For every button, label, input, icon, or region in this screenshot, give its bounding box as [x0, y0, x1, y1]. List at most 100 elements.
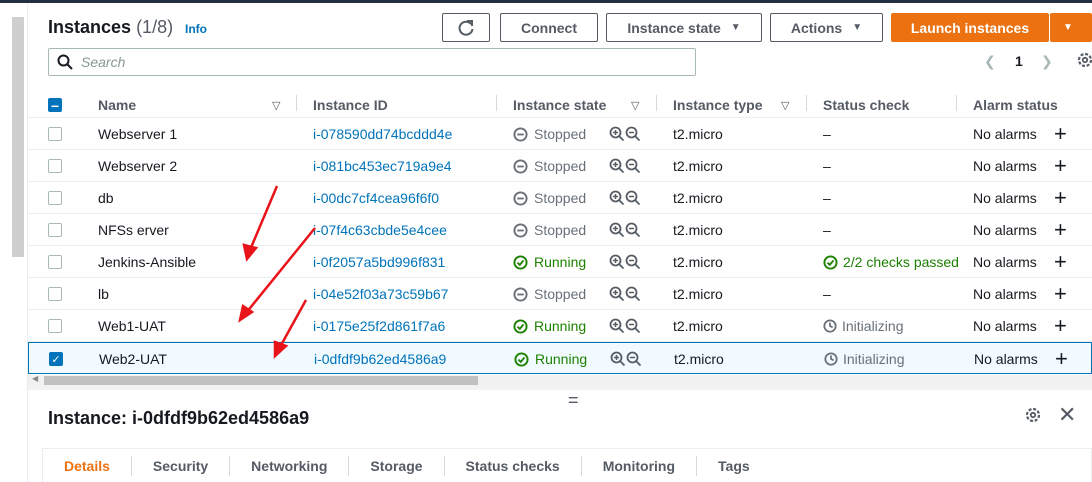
zoom-in-icon[interactable] [609, 158, 625, 174]
add-alarm-icon[interactable]: + [1054, 118, 1067, 150]
sort-icon[interactable]: ▽ [631, 90, 639, 120]
table-row[interactable]: db i-00dc7cf4cea96f6f0 Stopped t2.micro – No … [28, 182, 1092, 214]
row-checkbox[interactable] [48, 214, 62, 246]
zoom-in-icon[interactable] [609, 126, 625, 142]
zoom-icons[interactable] [610, 343, 642, 375]
close-icon[interactable]: ✕ [1058, 402, 1076, 428]
zoom-out-icon[interactable] [625, 126, 641, 142]
table-row[interactable]: Web1-UAT i-0175e25f2d861f7a6 Running t2.mic… [28, 310, 1092, 342]
add-alarm-icon[interactable]: + [1054, 182, 1067, 214]
prev-page-icon[interactable]: ❮ [984, 53, 996, 70]
refresh-button[interactable] [442, 13, 490, 42]
zoom-out-icon[interactable] [626, 351, 642, 367]
zoom-in-icon[interactable] [609, 286, 625, 302]
sort-icon[interactable]: ▽ [781, 90, 789, 120]
add-alarm-icon[interactable]: + [1054, 310, 1067, 342]
instance-id-link[interactable]: i-04e52f03a73c59b67 [313, 278, 448, 310]
zoom-icons[interactable] [609, 310, 641, 342]
row-checkbox[interactable] [48, 150, 62, 182]
next-page-icon[interactable]: ❯ [1041, 53, 1053, 70]
row-checkbox[interactable] [48, 278, 62, 310]
column-header-name[interactable]: Name [98, 90, 136, 120]
tab-networking[interactable]: Networking [230, 455, 350, 476]
row-checkbox[interactable] [48, 118, 62, 150]
table-row[interactable]: Webserver 2 i-081bc453ec719a9e4 Stopped t2.… [28, 150, 1092, 182]
zoom-in-icon[interactable] [609, 222, 625, 238]
zoom-out-icon[interactable] [625, 190, 641, 206]
search-input[interactable]: Search [48, 48, 696, 76]
tab-storage[interactable]: Storage [349, 455, 445, 476]
row-checkbox[interactable] [48, 182, 62, 214]
column-header-alarm-status[interactable]: Alarm status [973, 90, 1058, 120]
instance-name: NFSs erver [98, 222, 169, 238]
zoom-out-icon[interactable] [625, 158, 641, 174]
zoom-in-icon[interactable] [609, 318, 625, 334]
tab-monitoring[interactable]: Monitoring [582, 455, 698, 476]
tab-tags[interactable]: Tags [697, 456, 771, 476]
column-header-instance-type[interactable]: Instance type [673, 90, 762, 120]
column-header-instance-state[interactable]: Instance state [513, 90, 606, 120]
add-alarm-icon[interactable]: + [1054, 278, 1067, 310]
zoom-out-icon[interactable] [625, 318, 641, 334]
add-alarm-icon[interactable]: + [1054, 150, 1067, 182]
instance-type: t2.micro [673, 158, 723, 174]
instance-id-link[interactable]: i-07f4c63cbde5e4cee [313, 214, 447, 246]
check-circle-icon [513, 318, 528, 334]
zoom-in-icon[interactable] [609, 254, 625, 270]
zoom-icons[interactable] [609, 246, 641, 278]
instance-id-link[interactable]: i-078590dd74bcddd4e [313, 118, 452, 150]
instance-id-link[interactable]: i-081bc453ec719a9e4 [313, 150, 452, 182]
actions-button[interactable]: Actions ▼ [770, 13, 883, 42]
zoom-out-icon[interactable] [625, 254, 641, 270]
instance-id-link[interactable]: i-00dc7cf4cea96f6f0 [313, 182, 439, 214]
page-number[interactable]: 1 [1015, 53, 1023, 69]
zoom-icons[interactable] [609, 214, 641, 246]
connect-button[interactable]: Connect [500, 13, 598, 42]
tab-status-checks[interactable]: Status checks [445, 455, 582, 476]
sort-icon[interactable]: ▽ [272, 90, 280, 120]
scrollbar-thumb[interactable] [44, 376, 478, 385]
column-header-status-check[interactable]: Status check [823, 90, 909, 120]
horizontal-scrollbar[interactable]: ◀ [28, 374, 1092, 386]
status-check-text: 2/2 checks passed [843, 254, 959, 270]
zoom-icons[interactable] [609, 278, 641, 310]
info-link[interactable]: Info [185, 22, 207, 36]
add-alarm-icon[interactable]: + [1054, 246, 1067, 278]
column-divider [296, 95, 297, 111]
vertical-scrollbar[interactable] [12, 17, 24, 257]
gear-icon[interactable] [1076, 51, 1092, 72]
zoom-out-icon[interactable] [625, 222, 641, 238]
zoom-icons[interactable] [609, 150, 641, 182]
row-checkbox[interactable] [48, 246, 62, 278]
instance-id-link[interactable]: i-0dfdf9b62ed4586a9 [314, 343, 446, 375]
zoom-out-icon[interactable] [625, 286, 641, 302]
instance-id-link[interactable]: i-0175e25f2d861f7a6 [313, 310, 445, 342]
table-row[interactable]: lb i-04e52f03a73c59b67 Stopped t2.micro – No … [28, 278, 1092, 310]
zoom-icons[interactable] [609, 118, 641, 150]
row-checkbox[interactable] [48, 310, 62, 342]
zoom-in-icon[interactable] [610, 351, 626, 367]
scroll-left-icon[interactable]: ◀ [32, 374, 38, 383]
resize-handle[interactable]: = [568, 390, 579, 411]
zoom-in-icon[interactable] [609, 190, 625, 206]
column-divider [656, 95, 657, 111]
launch-instances-button[interactable]: Launch instances [891, 13, 1049, 42]
instance-state-button[interactable]: Instance state ▼ [606, 13, 762, 42]
table-row[interactable]: Webserver 1 i-078590dd74bcddd4e Stopped t2.… [28, 118, 1092, 150]
gear-icon[interactable] [1024, 406, 1042, 429]
add-alarm-icon[interactable]: + [1054, 214, 1067, 246]
instance-id-link[interactable]: i-0f2057a5bd996f831 [313, 246, 445, 278]
column-header-instance-id[interactable]: Instance ID [313, 90, 388, 120]
table-row[interactable]: Jenkins-Ansible i-0f2057a5bd996f831 Runnin… [28, 246, 1092, 278]
select-all-checkbox[interactable]: – [48, 90, 62, 120]
row-checkbox[interactable]: ✓ [49, 343, 63, 375]
tab-security[interactable]: Security [132, 455, 231, 476]
instance-state: Stopped [534, 158, 587, 174]
zoom-icons[interactable] [609, 182, 641, 214]
table-row[interactable]: ✓ Web2-UAT i-0dfdf9b62ed4586a9 Running t2.mi… [28, 342, 1092, 374]
add-alarm-icon[interactable]: + [1055, 343, 1068, 375]
launch-dropdown-button[interactable]: ▼ [1050, 13, 1092, 42]
tab-details[interactable]: Details [43, 455, 132, 476]
stopped-icon [513, 158, 528, 174]
table-row[interactable]: NFSs erver i-07f4c63cbde5e4cee Stopped t2.m… [28, 214, 1092, 246]
